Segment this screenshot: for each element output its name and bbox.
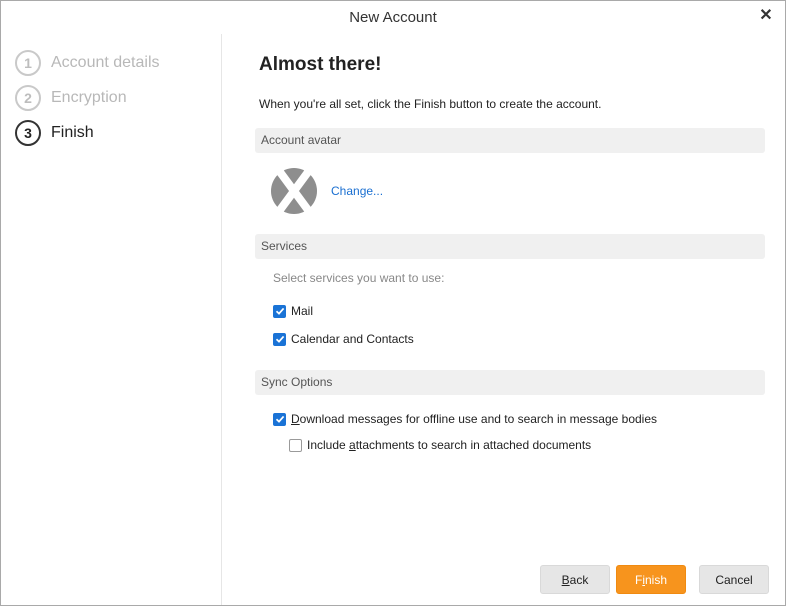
new-account-dialog: New Account ✕ 1 Account details 2 Encryp… [0,0,786,606]
label-text: ownload messages for offline use and to … [299,412,657,426]
step-number: 1 [15,50,41,76]
avatar-placeholder-icon [270,167,318,215]
download-offline-checkbox[interactable] [273,412,286,426]
page-title: Almost there! [259,54,382,75]
calendar-contacts-checkbox[interactable] [273,332,286,346]
close-icon[interactable]: ✕ [757,7,775,25]
button-label: nish [645,572,668,587]
services-hint: Select services you want to use: [273,271,445,285]
finish-button[interactable]: Fi nish [616,565,686,594]
section-header-sync: Sync Options [255,370,765,395]
accelerator-key: a [349,438,356,452]
step-finish: 3 Finish [15,118,94,148]
step-label: Encryption [51,89,127,106]
section-header-avatar: Account avatar [255,128,765,153]
label-text: Include [307,438,350,452]
section-header-services: Services [255,234,765,259]
step-account-details: 1 Account details [15,48,160,78]
label-text: ttachments to search in attached documen… [355,438,592,452]
include-attachments-option[interactable]: Include attachments to search in attache… [289,438,591,452]
accelerator-key: D [291,412,300,426]
intro-text: When you're all set, click the Finish bu… [259,97,602,111]
service-mail-option[interactable]: Mail [273,304,313,318]
service-calendar-option[interactable]: Calendar and Contacts [273,332,414,346]
calendar-contacts-label: Calendar and Contacts [291,332,414,346]
mail-label: Mail [291,304,314,318]
include-attachments-label: Include attachments to search in attache… [307,438,591,452]
step-label: Finish [51,124,94,141]
button-label: F [634,572,643,587]
change-avatar-link[interactable]: Change... [331,184,383,198]
step-number: 3 [15,120,41,146]
step-encryption: 2 Encryption [15,83,127,113]
back-button[interactable]: Back [540,565,610,594]
button-label: ack [569,572,589,587]
download-offline-label: Download messages for offline use and to… [291,412,657,426]
wizard-steps: 1 Account details 2 Encryption 3 Finish [1,34,222,605]
step-label: Account details [51,54,160,71]
include-attachments-checkbox[interactable] [289,438,302,452]
title-bar: New Account ✕ [1,1,785,34]
cancel-button[interactable]: Cancel [699,565,769,594]
accelerator-key: B [561,572,570,587]
download-offline-option[interactable]: Download messages for offline use and to… [273,412,657,426]
step-number: 2 [15,85,41,111]
dialog-title: New Account [349,9,437,26]
mail-checkbox[interactable] [273,304,286,318]
